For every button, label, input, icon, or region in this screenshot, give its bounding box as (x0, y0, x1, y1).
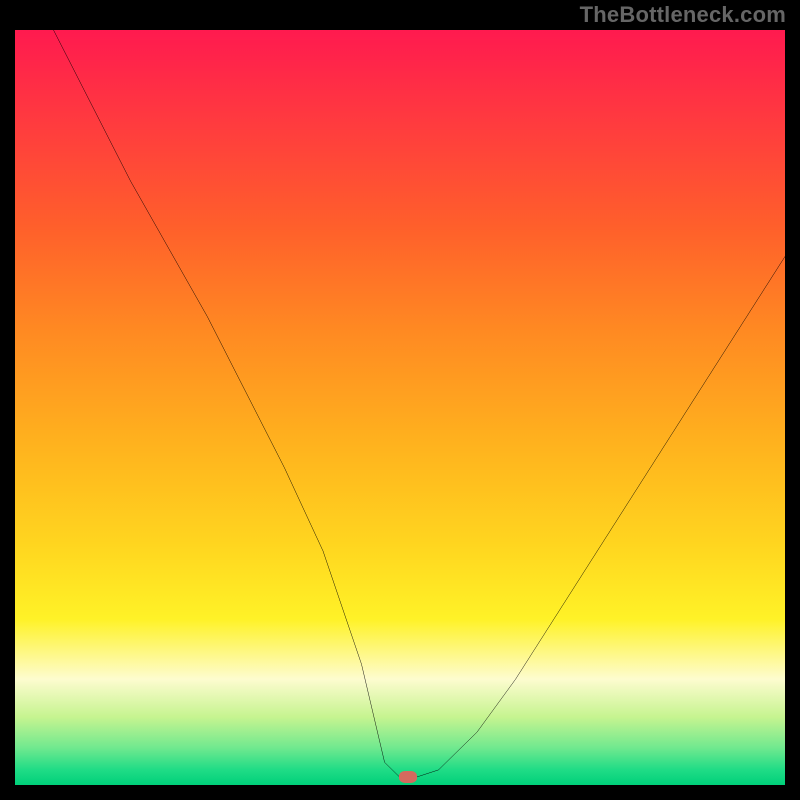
bottleneck-curve (15, 30, 785, 785)
chart-frame: TheBottleneck.com (0, 0, 800, 800)
watermark-text: TheBottleneck.com (580, 2, 786, 28)
minimum-marker-dot (399, 771, 417, 783)
plot-area (15, 30, 785, 785)
